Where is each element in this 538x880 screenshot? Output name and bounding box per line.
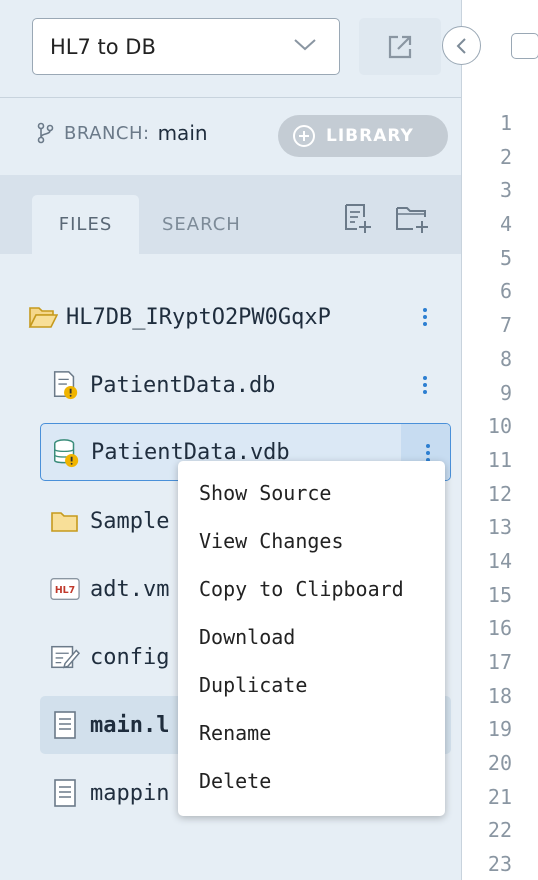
line-number: 12 <box>487 481 512 506</box>
svg-text:HL7: HL7 <box>55 585 75 596</box>
menu-item-delete[interactable]: Delete <box>178 757 445 805</box>
library-button-label: LIBRARY <box>326 126 414 146</box>
library-button[interactable]: LIBRARY <box>278 115 448 157</box>
line-number: 16 <box>487 616 512 641</box>
line-number: 2 <box>499 144 512 169</box>
branch-label: BRANCH: <box>64 122 150 144</box>
plus-circle-icon <box>293 125 315 147</box>
folder-icon <box>51 512 78 532</box>
external-link-icon <box>388 35 412 58</box>
tab-bar: FILES SEARCH <box>0 175 461 254</box>
collapse-sidebar-button[interactable] <box>442 26 481 65</box>
line-number: 6 <box>499 279 512 304</box>
line-number: 8 <box>499 346 512 371</box>
folder-open-icon <box>28 307 58 328</box>
line-number: 20 <box>487 751 512 776</box>
line-number: 9 <box>499 380 512 405</box>
tree-item-label: mappin <box>90 780 170 806</box>
line-number: 23 <box>487 852 512 877</box>
branch-name: main <box>157 121 208 145</box>
menu-item-rename[interactable]: Rename <box>178 709 445 757</box>
line-number: 21 <box>487 784 512 809</box>
tree-item[interactable]: PatientData.db <box>40 356 451 414</box>
git-branch-icon <box>37 122 54 144</box>
line-number: 13 <box>487 515 512 540</box>
new-folder-icon <box>396 207 428 233</box>
open-external-button[interactable] <box>359 18 441 75</box>
project-select[interactable]: HL7 to DB <box>32 18 340 75</box>
db-document-warning-icon <box>53 371 78 400</box>
document-icon <box>54 711 76 739</box>
editor-checkbox[interactable] <box>511 33 538 59</box>
line-number: 14 <box>487 548 512 573</box>
new-folder-button[interactable] <box>395 202 431 238</box>
document-icon <box>54 779 76 807</box>
menu-item-download[interactable]: Download <box>178 613 445 661</box>
tab-files[interactable]: FILES <box>32 195 139 254</box>
chevron-left-icon <box>456 37 466 54</box>
tree-item-label: PatientData.db <box>90 372 276 398</box>
line-number: 11 <box>487 447 512 472</box>
tree-root-folder[interactable]: HL7DB_IRyptO2PW0GqxP <box>22 288 451 346</box>
tree-root-label: HL7DB_IRyptO2PW0GqxP <box>66 304 331 330</box>
hl7-icon: HL7 <box>50 578 80 600</box>
line-number: 7 <box>499 313 512 338</box>
tree-item-label: config <box>90 644 170 670</box>
tree-item-label: adt.vm <box>90 576 170 602</box>
new-file-icon <box>345 204 371 233</box>
line-number: 15 <box>487 582 512 607</box>
line-number: 3 <box>499 178 512 203</box>
menu-item-view-changes[interactable]: View Changes <box>178 517 445 565</box>
line-number: 1 <box>499 111 512 135</box>
line-number: 18 <box>487 683 512 708</box>
line-number: 22 <box>487 818 512 843</box>
line-number-gutter: 1 2 3 4 5 6 7 8 9 10 11 12 13 14 15 16 1… <box>470 107 512 880</box>
config-icon <box>51 645 80 669</box>
tab-search[interactable]: SEARCH <box>162 195 241 254</box>
new-file-button[interactable] <box>342 202 374 238</box>
line-number: 10 <box>487 414 512 439</box>
menu-item-show-source[interactable]: Show Source <box>178 469 445 517</box>
menu-item-copy-to-clipboard[interactable]: Copy to Clipboard <box>178 565 445 613</box>
more-options-icon[interactable] <box>417 372 433 398</box>
panel-divider[interactable] <box>461 0 462 880</box>
chevron-down-icon <box>294 39 316 51</box>
line-number: 4 <box>499 212 512 237</box>
tree-item-label: Sample <box>90 508 170 534</box>
database-warning-icon <box>54 439 79 468</box>
branch-indicator: BRANCH: main <box>36 121 208 145</box>
line-number: 5 <box>499 245 512 270</box>
project-name: HL7 to DB <box>50 34 156 59</box>
line-number: 19 <box>487 717 512 742</box>
divider <box>0 97 461 98</box>
context-menu: Show Source View Changes Copy to Clipboa… <box>178 461 445 816</box>
more-options-icon[interactable] <box>417 304 433 330</box>
tree-item-label: main.l <box>90 712 170 738</box>
menu-item-duplicate[interactable]: Duplicate <box>178 661 445 709</box>
line-number: 17 <box>487 650 512 674</box>
